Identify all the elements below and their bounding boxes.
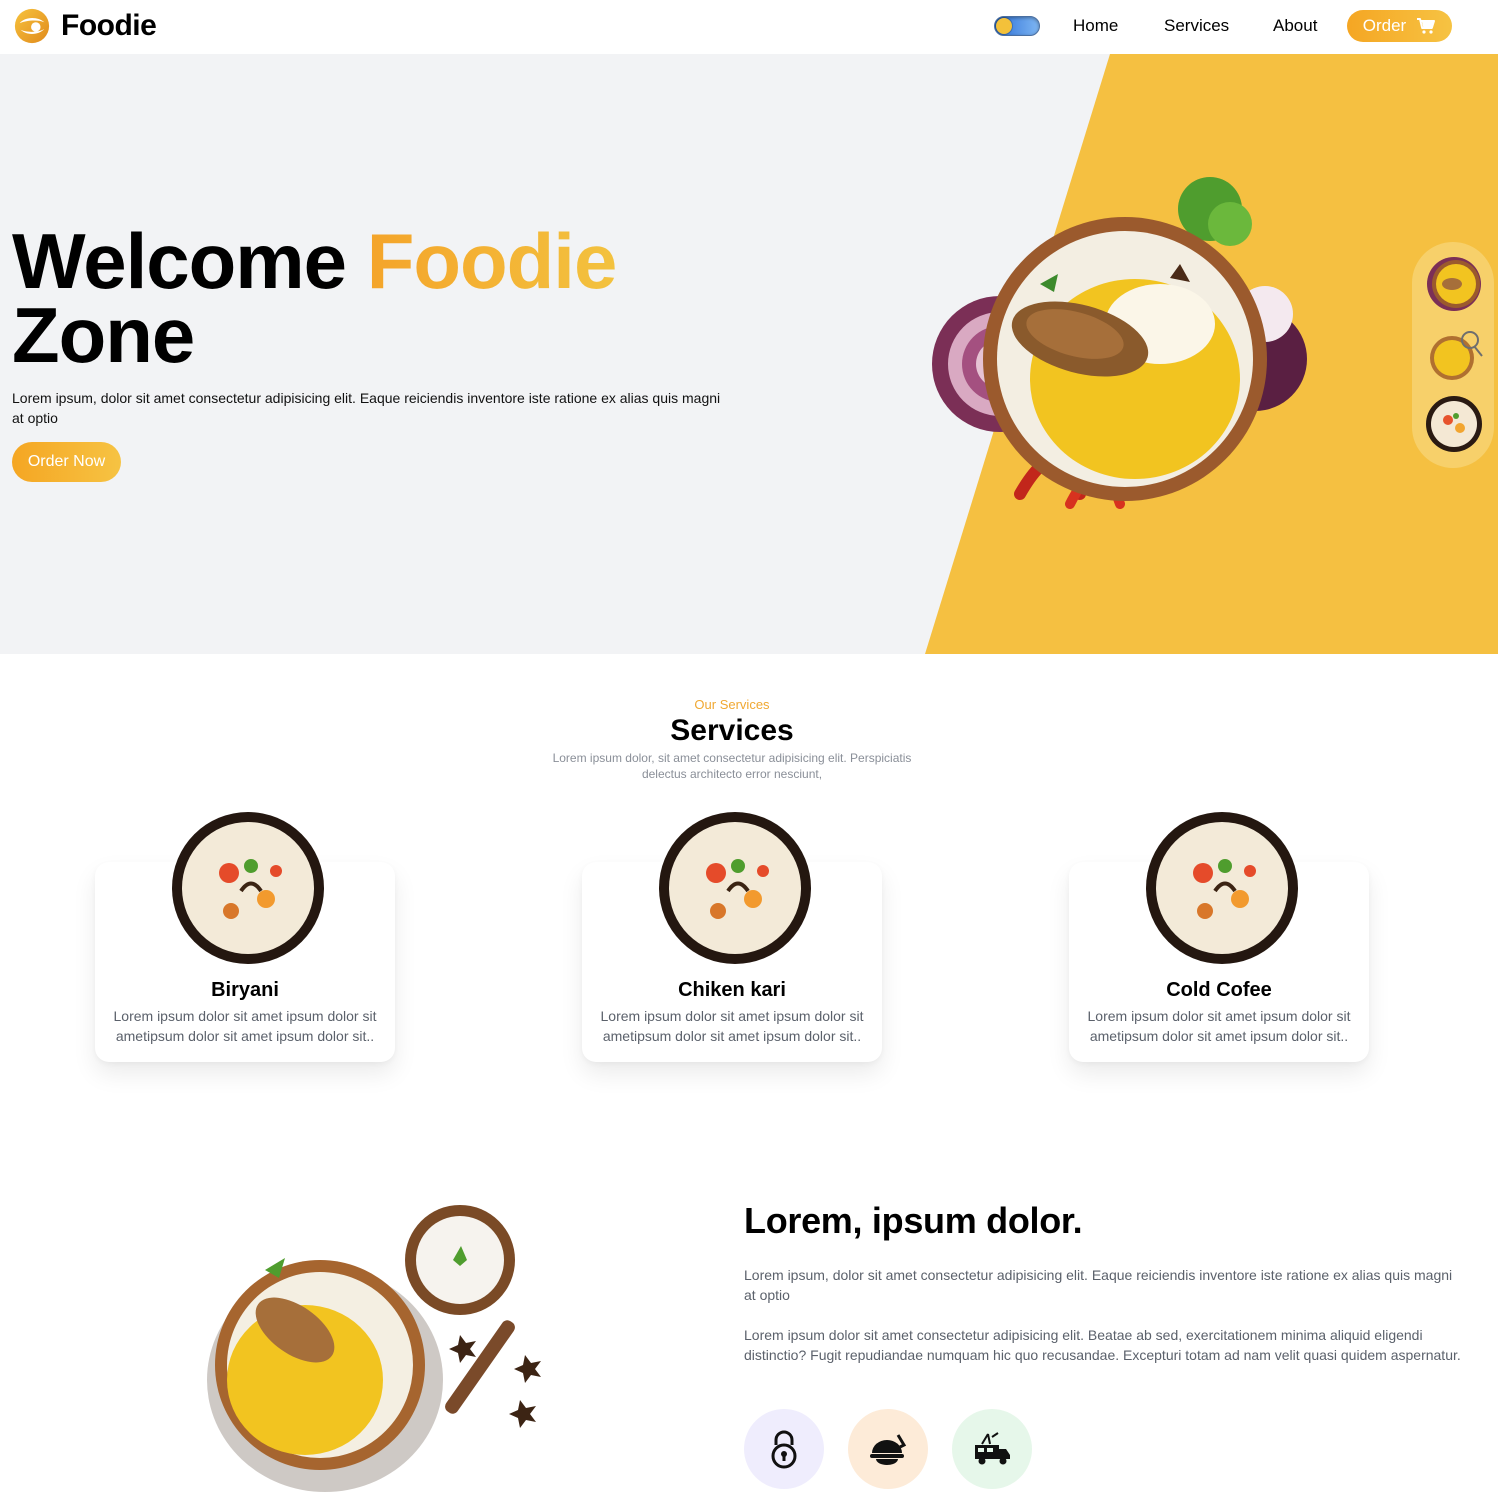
lock-icon — [771, 1430, 797, 1469]
food-delivery-icon — [870, 1434, 907, 1465]
service-card-description: Lorem ipsum dolor sit amet ipsum dolor s… — [113, 1008, 377, 1044]
services-kicker: Our Services — [694, 697, 770, 712]
brand-logo[interactable]: Foodie — [13, 7, 157, 45]
biryani-plate-image — [932, 177, 1307, 509]
service-card-description: Lorem ipsum dolor sit amet ipsum dolor s… — [1087, 1008, 1351, 1044]
logo-icon — [14, 8, 50, 44]
services-title: Services — [670, 714, 794, 747]
order-now-button[interactable]: Order Now — [12, 442, 121, 482]
service-card-title: Chiken kari — [678, 979, 786, 1001]
hero-thumbnail-bar — [1412, 242, 1494, 468]
service-card-description: Lorem ipsum dolor sit amet ipsum dolor s… — [600, 1008, 864, 1044]
services-subtitle: Lorem ipsum dolor, sit amet consectetur … — [552, 751, 912, 781]
service-dish-image — [172, 812, 324, 964]
feature-food[interactable] — [848, 1409, 928, 1489]
service-dish-image — [659, 812, 811, 964]
feature-delivery[interactable] — [952, 1409, 1032, 1489]
hero-description: Lorem ipsum, dolor sit amet consectetur … — [12, 390, 721, 426]
thumbnail-dish-3[interactable] — [1424, 394, 1484, 454]
nav-about[interactable]: About — [1273, 16, 1317, 36]
order-button[interactable]: Order — [1347, 10, 1452, 42]
hero-section: Welcome Foodie Zone Lorem ipsum, dolor s… — [0, 54, 1498, 654]
order-button-label: Order — [1362, 16, 1407, 35]
about-paragraph-2: Lorem ipsum dolor sit amet consectetur a… — [744, 1327, 1461, 1363]
about-title: Lorem, ipsum dolor. — [744, 1200, 1083, 1241]
brand-name: Foodie — [61, 9, 157, 42]
about-dish-image — [207, 1205, 541, 1492]
feature-secure[interactable] — [744, 1409, 824, 1489]
nav-home[interactable]: Home — [1073, 16, 1118, 36]
thumbnail-dish-1[interactable] — [1424, 254, 1484, 314]
nav-services[interactable]: Services — [1164, 16, 1229, 36]
service-card-title: Biryani — [211, 979, 279, 1001]
hero-title-line-2: Zone — [12, 291, 195, 379]
service-card-title: Cold Cofee — [1166, 979, 1272, 1001]
service-dish-image — [1146, 812, 1298, 964]
hero-title-accent: Foodie — [366, 217, 618, 305]
theme-toggle[interactable] — [994, 16, 1040, 36]
cart-icon — [1417, 18, 1436, 34]
thumbnail-dish-2[interactable] — [1424, 326, 1484, 386]
about-paragraph-1: Lorem ipsum, dolor sit amet consectetur … — [744, 1267, 1453, 1303]
navbar: Foodie Home Services About Order — [0, 0, 1498, 54]
hero-title: Welcome Foodie Zone — [12, 222, 617, 374]
food-truck-icon — [975, 1432, 1010, 1465]
toggle-knob — [996, 18, 1012, 34]
